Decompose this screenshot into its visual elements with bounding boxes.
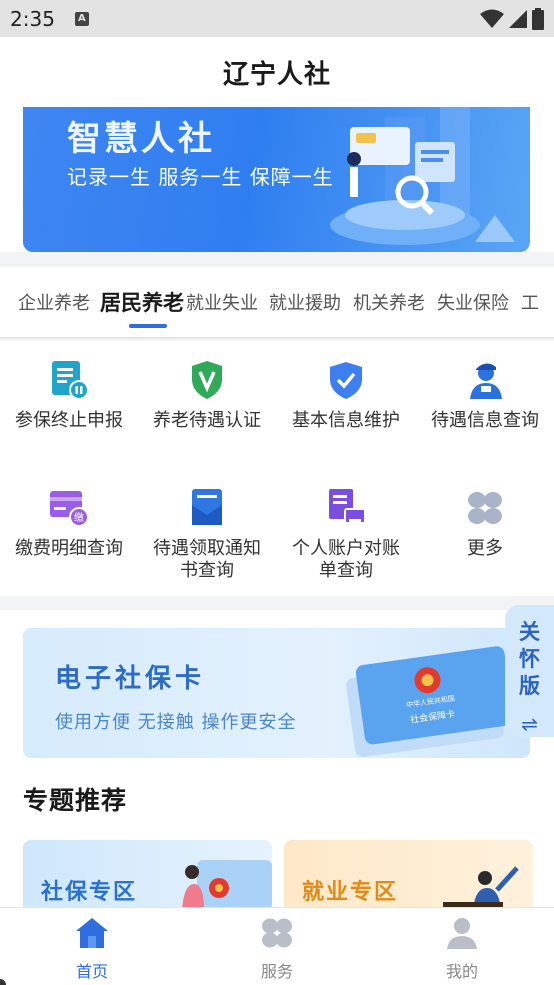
nav-services[interactable]: 服务 bbox=[217, 916, 337, 982]
shield-v-icon bbox=[192, 361, 222, 399]
nav-profile[interactable]: 我的 bbox=[402, 916, 522, 982]
tab-enterprise-pension[interactable]: 企业养老 bbox=[18, 289, 90, 315]
service-payment-details[interactable]: 缴 缴费明细查询 bbox=[0, 487, 138, 560]
svg-text:缴: 缴 bbox=[74, 511, 84, 524]
service-grid: 参保终止申报 养老待遇认证 基本信息维护 待遇信息查询 缴 缴费明细查询 待遇领… bbox=[0, 341, 554, 596]
person-icon bbox=[447, 918, 477, 949]
battery-icon bbox=[532, 7, 544, 30]
service-label: 更多 bbox=[467, 538, 503, 559]
service-more[interactable]: 更多 bbox=[416, 487, 554, 560]
tab-more-partial[interactable]: 工 bbox=[521, 289, 539, 315]
care-mode-button[interactable]: 关怀版 ⇌ bbox=[505, 605, 554, 737]
service-benefit-query[interactable]: 待遇信息查询 bbox=[416, 359, 554, 432]
nav-label: 我的 bbox=[445, 962, 478, 981]
service-label: 缴费明细查询 bbox=[15, 538, 123, 559]
service-account-statement[interactable]: 个人账户对账单查询 bbox=[277, 487, 415, 582]
care-mode-label: 关怀版 bbox=[519, 620, 540, 698]
tab-employment-unemployment[interactable]: 就业失业 bbox=[186, 289, 258, 315]
service-label: 待遇领取通知书查询 bbox=[153, 538, 261, 581]
topic-label: 就业专区 bbox=[302, 880, 399, 905]
section-title: 专题推荐 bbox=[23, 786, 128, 815]
tab-institution-pension[interactable]: 机关养老 bbox=[353, 289, 425, 315]
page-title: 辽宁人社 bbox=[222, 59, 331, 90]
tab-employment-assistance[interactable]: 就业援助 bbox=[269, 289, 341, 315]
topic-label: 社保专区 bbox=[41, 880, 138, 905]
banner-illustration bbox=[330, 107, 515, 245]
banner-title: 智慧人社 bbox=[67, 119, 215, 159]
ecard-subtitle: 使用方便 无接触 操作更安全 bbox=[55, 712, 297, 733]
person-cap-icon bbox=[470, 363, 502, 399]
service-label: 待遇信息查询 bbox=[431, 410, 539, 431]
bottom-nav: 首页 服务 我的 bbox=[0, 907, 554, 985]
envelope-icon bbox=[192, 489, 222, 525]
nav-label: 服务 bbox=[260, 962, 293, 981]
ecard-title: 电子社保卡 bbox=[55, 664, 206, 694]
nav-home[interactable]: 首页 bbox=[32, 916, 152, 982]
status-bar: 2:35 A bbox=[0, 0, 554, 37]
more-grid-icon bbox=[468, 492, 502, 524]
service-benefit-notice[interactable]: 待遇领取通知书查询 bbox=[138, 487, 276, 582]
app-header: 辽宁人社 bbox=[0, 37, 554, 107]
payment-card-icon: 缴 bbox=[50, 491, 89, 527]
signal-icon bbox=[509, 9, 527, 28]
banner-section: 智慧人社 记录一生 服务一生 保障一生 bbox=[0, 107, 554, 252]
category-tabs: 企业养老 居民养老 就业失业 就业援助 机关养老 失业保险 工 bbox=[0, 267, 554, 339]
service-insurance-termination[interactable]: 参保终止申报 bbox=[0, 359, 138, 432]
service-label: 参保终止申报 bbox=[15, 410, 123, 431]
social-security-card-illustration: 中华人民共和国 社会保障卡 bbox=[346, 646, 514, 758]
electronic-social-security-card-banner[interactable]: 电子社保卡 使用方便 无接触 操作更安全 中华人民共和国 社会保障卡 bbox=[23, 628, 530, 758]
document-pause-icon bbox=[52, 361, 89, 400]
active-tab-indicator bbox=[129, 324, 167, 328]
service-label: 个人账户对账单查询 bbox=[292, 538, 400, 581]
status-icons bbox=[480, 7, 544, 30]
status-time: 2:35 bbox=[10, 6, 55, 31]
service-pension-certification[interactable]: 养老待遇认证 bbox=[138, 359, 276, 432]
notification-a-icon: A bbox=[74, 11, 89, 26]
tab-resident-pension[interactable]: 居民养老 bbox=[100, 287, 184, 317]
service-label: 养老待遇认证 bbox=[153, 410, 261, 431]
printer-document-icon bbox=[329, 489, 366, 525]
home-icon bbox=[76, 918, 108, 948]
tab-unemployment-insurance[interactable]: 失业保险 bbox=[437, 289, 509, 315]
service-label: 基本信息维护 bbox=[292, 410, 400, 431]
services-grid-icon bbox=[262, 918, 292, 948]
swap-icon: ⇌ bbox=[521, 712, 538, 736]
screen-corner bbox=[0, 979, 6, 985]
shield-check-icon bbox=[330, 362, 362, 399]
banner-carousel[interactable]: 智慧人社 记录一生 服务一生 保障一生 bbox=[23, 107, 530, 252]
service-basic-info[interactable]: 基本信息维护 bbox=[277, 359, 415, 432]
wifi-icon bbox=[480, 9, 504, 28]
nav-label: 首页 bbox=[75, 962, 108, 981]
